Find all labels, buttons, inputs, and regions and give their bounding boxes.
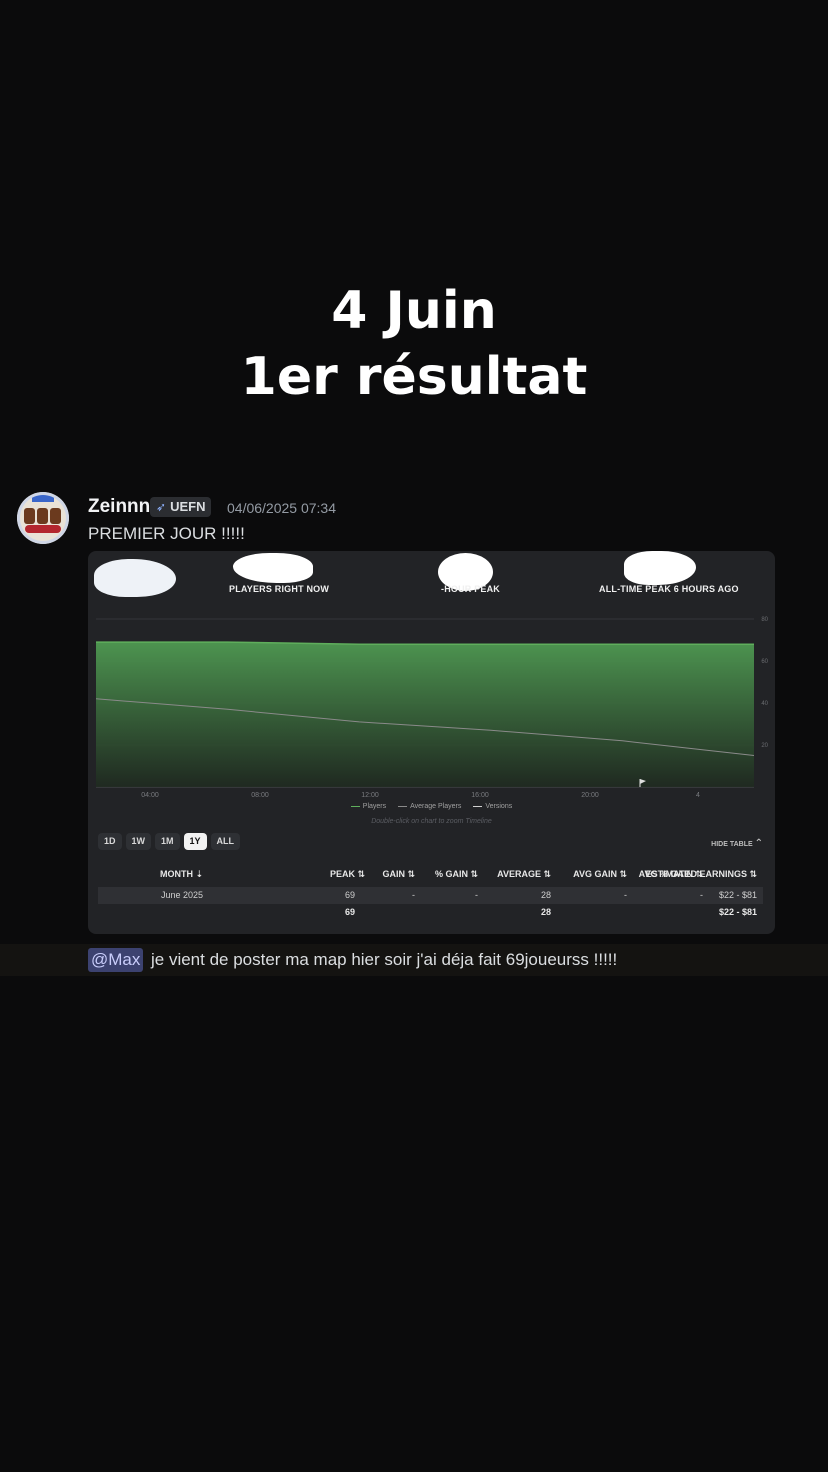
header-label: AVG GAIN (573, 869, 617, 879)
header-label: PEAK (329, 869, 355, 879)
total-peak: 69 (344, 907, 355, 917)
cell-avg-pct-gain: - (700, 890, 703, 900)
legend-players[interactable]: Players (350, 803, 387, 810)
column-header-peak[interactable]: PEAK ⇅ (330, 866, 365, 883)
legend-label: Versions (485, 803, 513, 810)
range-1y-button[interactable]: 1Y (183, 833, 207, 850)
reply-message-row: @Max je vient de poster ma map hier soir… (0, 944, 828, 976)
cell-estimated-earnings: $22 - $81 (718, 890, 757, 900)
legend-label: Average Players (410, 803, 462, 810)
range-1d-button[interactable]: 1D (98, 833, 122, 850)
range-1m-button[interactable]: 1M (155, 833, 180, 850)
redacted-scribble (624, 551, 696, 585)
user-mention[interactable]: @Max (88, 948, 144, 972)
column-header-estimated-earnings[interactable]: ESTIMATED EARNINGS ⇅ (646, 866, 757, 883)
cell-peak: 69 (344, 890, 355, 900)
chart-legend: Players Average Players Versions (88, 803, 775, 810)
player-count-chart[interactable]: 04:00 08:00 12:00 16:00 20:00 4 20 40 60 80 (88, 603, 775, 823)
x-tick-label: 16:00 (471, 792, 489, 799)
overlay-title-line-1: 4 Juin (331, 281, 497, 341)
legend-average[interactable]: Average Players (398, 803, 461, 810)
total-estimated-earnings: $22 - $81 (718, 907, 757, 917)
column-header-avg-gain[interactable]: AVG GAIN ⇅ (573, 866, 627, 883)
header-label: MONTH (159, 869, 193, 879)
total-average: 28 (540, 907, 551, 917)
cell-gain: - (412, 890, 415, 900)
table-header: MONTH ⇣ PEAK ⇅ GAIN ⇅ % GAIN ⇅ AVERAGE ⇅… (98, 866, 763, 883)
redacted-scribble (94, 559, 176, 597)
stat-label-players-now: PLAYERS RIGHT NOW (229, 584, 330, 594)
range-all-button[interactable]: ALL (210, 833, 241, 850)
cell-average: 28 (540, 890, 551, 900)
column-header-month[interactable]: MONTH ⇣ (160, 866, 203, 883)
cell-pct-gain: - (475, 890, 478, 900)
column-header-pct-gain[interactable]: % GAIN ⇅ (435, 866, 478, 883)
y-tick-label: 40 (761, 701, 768, 707)
overlay-title-line-2: 1er résultat (240, 347, 588, 407)
hide-table-button[interactable]: HIDE TABLE ⌃ (711, 838, 763, 849)
legend-swatch (398, 806, 408, 807)
legend-swatch (473, 806, 483, 807)
avatar[interactable] (17, 492, 69, 544)
username[interactable]: Zeinnn (88, 496, 150, 518)
table-total-row: 69 28 $22 - $81 (98, 904, 763, 921)
players-area (96, 642, 754, 787)
chart-hint: Double-click on chart to zoom Timeline (371, 818, 492, 825)
server-tag[interactable]: ➶ UEFN (150, 497, 212, 517)
x-tick-label: 20:00 (581, 792, 599, 799)
range-selector: 1D 1W 1M 1Y ALL (98, 833, 241, 850)
header-label: ESTIMATED EARNINGS (645, 869, 747, 879)
x-tick-label: 04:00 (141, 792, 159, 799)
header-label: % GAIN (434, 869, 468, 879)
header-label: GAIN (382, 869, 405, 879)
y-tick-label: 80 (761, 617, 768, 623)
cell-avg-gain: - (624, 890, 627, 900)
range-1w-button[interactable]: 1W (125, 833, 152, 850)
video-overlay-title: 4 Juin 1er résultat (0, 278, 828, 410)
stat-label-peak: -HOUR PEAK (441, 584, 501, 594)
legend-swatch (350, 806, 360, 807)
hide-table-label: HIDE TABLE (711, 841, 753, 848)
reply-message-text: je vient de poster ma map hier soir j'ai… (151, 950, 618, 969)
y-tick-label: 20 (761, 743, 768, 749)
header-label: AVERAGE (497, 869, 541, 879)
message-text: PREMIER JOUR !!!!! (88, 524, 245, 543)
stat-label-all-time-peak: ALL-TIME PEAK 6 HOURS AGO (599, 584, 739, 594)
stats-table: MONTH ⇣ PEAK ⇅ GAIN ⇅ % GAIN ⇅ AVERAGE ⇅… (98, 866, 763, 921)
cell-month: June 2025 (160, 890, 203, 900)
x-tick-label: 4 (696, 792, 700, 799)
rocket-icon: ➶ (156, 500, 167, 514)
x-tick-label: 08:00 (251, 792, 269, 799)
table-row[interactable]: June 2025 69 - - 28 - - $22 - $81 (98, 887, 763, 904)
image-attachment[interactable]: PLAYERS RIGHT NOW -HOUR PEAK ALL-TIME PE… (88, 551, 775, 934)
x-tick-label: 12:00 (361, 792, 379, 799)
column-header-average[interactable]: AVERAGE ⇅ (497, 866, 551, 883)
column-header-gain[interactable]: GAIN ⇅ (382, 866, 415, 883)
chevron-up-icon: ⌃ (754, 838, 763, 849)
legend-versions[interactable]: Versions (473, 803, 512, 810)
legend-label: Players (362, 803, 387, 810)
y-tick-label: 60 (761, 659, 768, 665)
avatar-ring (17, 492, 69, 544)
timestamp: 04/06/2025 07:34 (227, 500, 336, 516)
server-tag-label: UEFN (170, 499, 206, 514)
redacted-scribble (233, 553, 313, 583)
